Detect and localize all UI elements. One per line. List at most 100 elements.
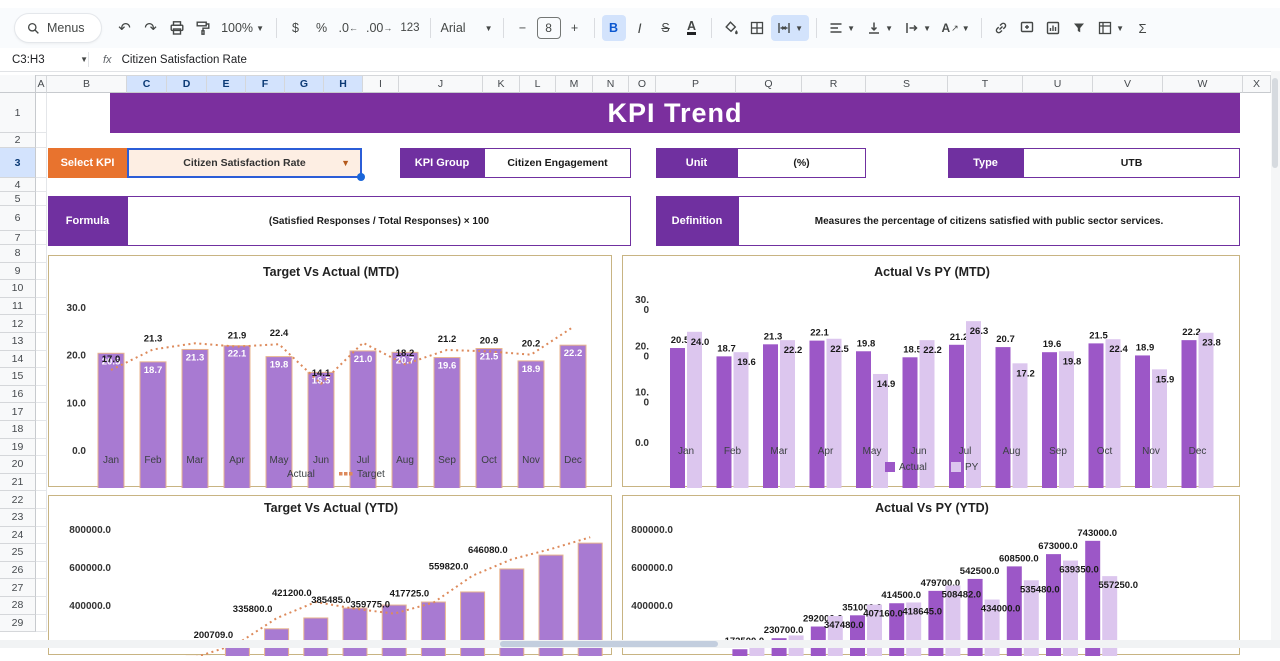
row-header-15[interactable]: 15 xyxy=(0,368,36,386)
column-header-M[interactable]: M xyxy=(556,75,593,93)
column-header-T[interactable]: T xyxy=(948,75,1023,93)
font-select[interactable]: Arial▼ xyxy=(438,15,496,41)
column-header-V[interactable]: V xyxy=(1093,75,1163,93)
cell-A12[interactable] xyxy=(36,315,47,333)
chart-target-vs-actual-mtd[interactable]: Target Vs Actual (MTD)30.020.010.00.020.… xyxy=(48,255,612,487)
merge-cells-button[interactable]: ▼ xyxy=(771,15,809,41)
column-header-N[interactable]: N xyxy=(593,75,629,93)
row-header-21[interactable]: 21 xyxy=(0,474,36,492)
column-header-A[interactable]: A xyxy=(36,75,47,93)
cell-A18[interactable] xyxy=(36,421,47,439)
cell-A22[interactable] xyxy=(36,491,47,509)
chart-actual-vs-py-mtd[interactable]: Actual Vs PY (MTD)30.020.010.00.020.518.… xyxy=(622,255,1240,487)
paint-format-button[interactable] xyxy=(191,15,215,41)
more-formats-button[interactable]: 123 xyxy=(397,15,422,41)
column-header-D[interactable]: D xyxy=(167,75,207,93)
cell-A23[interactable] xyxy=(36,509,47,527)
row-header-13[interactable]: 13 xyxy=(0,333,36,351)
cell-A20[interactable] xyxy=(36,456,47,474)
increase-decimal-button[interactable]: .00→ xyxy=(363,15,395,41)
font-size-input[interactable]: 8 xyxy=(537,17,561,39)
column-header-O[interactable]: O xyxy=(629,75,656,93)
horizontal-align-button[interactable]: ▼ xyxy=(824,15,860,41)
cell-A9[interactable] xyxy=(36,263,47,281)
cell-A14[interactable] xyxy=(36,351,47,369)
cell-A8[interactable] xyxy=(36,245,47,263)
chart-target-vs-actual-ytd[interactable]: Target Vs Actual (YTD)800000.0600000.040… xyxy=(48,495,612,655)
functions-button[interactable]: Σ xyxy=(1131,15,1155,41)
borders-button[interactable] xyxy=(745,15,769,41)
row-header-1[interactable]: 1 xyxy=(0,93,36,133)
row-header-14[interactable]: 14 xyxy=(0,351,36,369)
cell-A28[interactable] xyxy=(36,597,47,615)
vertical-align-button[interactable]: ▼ xyxy=(862,15,898,41)
cell-A26[interactable] xyxy=(36,562,47,580)
column-header-F[interactable]: F xyxy=(246,75,285,93)
cell-A1[interactable] xyxy=(36,93,47,133)
cell-A19[interactable] xyxy=(36,439,47,457)
strikethrough-button[interactable]: S xyxy=(654,15,678,41)
cell-A5[interactable] xyxy=(36,192,47,206)
formula-input[interactable]: Citizen Satisfaction Rate xyxy=(122,54,247,66)
column-header-J[interactable]: J xyxy=(399,75,483,93)
row-header-26[interactable]: 26 xyxy=(0,562,36,580)
row-header-3[interactable]: 3 xyxy=(0,148,36,178)
cell-A4[interactable] xyxy=(36,178,47,192)
row-header-12[interactable]: 12 xyxy=(0,315,36,333)
row-header-29[interactable]: 29 xyxy=(0,615,36,633)
text-rotation-button[interactable]: A↗▼ xyxy=(938,15,974,41)
row-header-25[interactable]: 25 xyxy=(0,544,36,562)
cell-A17[interactable] xyxy=(36,403,47,421)
row-header-24[interactable]: 24 xyxy=(0,527,36,545)
row-header-2[interactable]: 2 xyxy=(0,133,36,148)
cell-A27[interactable] xyxy=(36,579,47,597)
dropdown-arrow-icon[interactable]: ▼ xyxy=(341,158,350,168)
bold-button[interactable]: B xyxy=(602,15,626,41)
zoom-select[interactable]: 100%▼ xyxy=(217,15,269,41)
cell-A11[interactable] xyxy=(36,298,47,316)
italic-button[interactable]: I xyxy=(628,15,652,41)
menus-search[interactable]: Menus xyxy=(14,13,102,43)
fill-color-button[interactable] xyxy=(719,15,743,41)
column-header-X[interactable]: X xyxy=(1243,75,1271,93)
column-header-S[interactable]: S xyxy=(866,75,948,93)
font-size-increase-button[interactable]: + xyxy=(563,15,587,41)
column-header-E[interactable]: E xyxy=(207,75,246,93)
undo-button[interactable]: ↶ xyxy=(113,15,137,41)
text-color-button[interactable]: A xyxy=(680,15,704,41)
row-header-7[interactable]: 7 xyxy=(0,231,36,245)
row-header-9[interactable]: 9 xyxy=(0,263,36,281)
cell-A3[interactable] xyxy=(36,148,47,178)
row-header-28[interactable]: 28 xyxy=(0,597,36,615)
row-header-18[interactable]: 18 xyxy=(0,421,36,439)
create-filter-button[interactable] xyxy=(1067,15,1091,41)
row-header-5[interactable]: 5 xyxy=(0,192,36,206)
row-header-16[interactable]: 16 xyxy=(0,386,36,404)
chart-actual-vs-py-ytd[interactable]: Actual Vs PY (YTD)800000.0600000.0400000… xyxy=(622,495,1240,655)
cell-A29[interactable] xyxy=(36,615,47,633)
column-header-Q[interactable]: Q xyxy=(736,75,802,93)
cell-A6[interactable] xyxy=(36,206,47,231)
kpi-dropdown[interactable]: Citizen Satisfaction Rate ▼ xyxy=(127,148,362,178)
row-header-22[interactable]: 22 xyxy=(0,491,36,509)
column-header-R[interactable]: R xyxy=(802,75,866,93)
insert-link-button[interactable] xyxy=(989,15,1013,41)
cell-A21[interactable] xyxy=(36,474,47,492)
insert-chart-button[interactable] xyxy=(1041,15,1065,41)
column-header-H[interactable]: H xyxy=(324,75,363,93)
column-header-U[interactable]: U xyxy=(1023,75,1093,93)
row-header-10[interactable]: 10 xyxy=(0,280,36,298)
row-header-27[interactable]: 27 xyxy=(0,579,36,597)
pivot-table-button[interactable]: ▼ xyxy=(1093,15,1129,41)
vertical-scrollbar-thumb[interactable] xyxy=(1272,78,1278,168)
redo-button[interactable]: ↷ xyxy=(139,15,163,41)
cell-A24[interactable] xyxy=(36,527,47,545)
cell-A2[interactable] xyxy=(36,133,47,148)
format-currency-button[interactable]: $ xyxy=(284,15,308,41)
cell-A10[interactable] xyxy=(36,280,47,298)
row-header-6[interactable]: 6 xyxy=(0,206,36,231)
row-header-17[interactable]: 17 xyxy=(0,403,36,421)
name-box[interactable]: C3:H3▼ xyxy=(0,54,88,66)
row-header-23[interactable]: 23 xyxy=(0,509,36,527)
cell-A13[interactable] xyxy=(36,333,47,351)
